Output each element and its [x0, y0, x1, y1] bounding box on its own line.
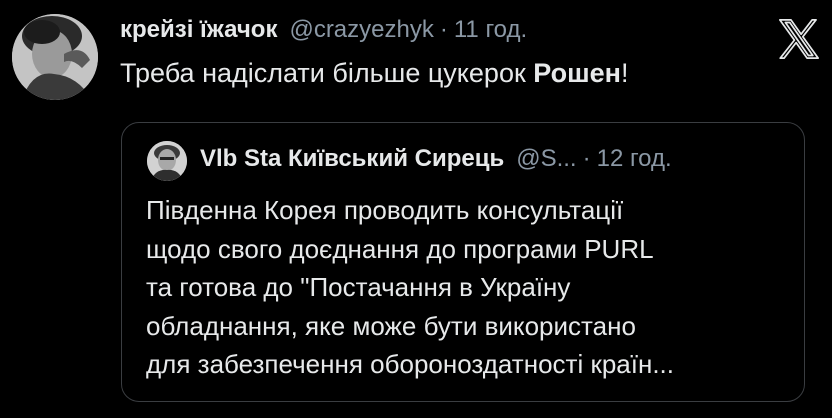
avatar-icon — [12, 14, 98, 100]
quoted-text-line: та готова до "Постачання в Україну — [146, 272, 571, 302]
tweet-timestamp[interactable]: 11 год. — [454, 16, 527, 44]
tweet-text-brand: Рошен — [533, 58, 621, 88]
quoted-text-line: Південна Корея проводить консультації — [146, 195, 624, 225]
quoted-tweet-header: Vlb Sta Київський Сирець @S... · 12 год. — [200, 145, 672, 173]
tweet-text-prefix: Треба надіслати більше цукерок — [120, 58, 534, 88]
tweet-text: Треба надіслати більше цукерок Рошен! — [120, 58, 628, 89]
author-display-name[interactable]: крейзі їжачок — [120, 16, 277, 44]
tweet-header: крейзі їжачок @crazyezhyk · 11 год. — [120, 16, 527, 52]
quoted-tweet-text: Південна Корея проводить консультації що… — [146, 191, 794, 384]
tweet-text-suffix: ! — [620, 58, 629, 88]
quoted-author-display-name[interactable]: Vlb Sta Київський Сирець — [200, 145, 504, 173]
quoted-author-handle[interactable]: @S... — [516, 145, 576, 173]
tweet-card[interactable]: крейзі їжачок @crazyezhyk · 11 год. Треб… — [0, 0, 832, 418]
quoted-meta-separator: · — [582, 145, 591, 172]
author-handle[interactable]: @crazyezhyk — [289, 16, 433, 44]
x-logo-icon — [778, 18, 820, 60]
quoted-text-line: щодо свого доєднання до програми PURL — [146, 233, 654, 264]
quoted-avatar[interactable] — [147, 141, 187, 181]
meta-separator: · — [439, 16, 448, 43]
quoted-tweet[interactable]: Vlb Sta Київський Сирець @S... · 12 год.… — [121, 122, 805, 402]
quoted-avatar-icon — [147, 141, 187, 181]
quoted-text-line: для забезпечення обороноздатності країн.… — [146, 349, 674, 379]
avatar[interactable] — [12, 14, 98, 100]
quoted-tweet-timestamp[interactable]: 12 год. — [597, 145, 672, 173]
quoted-text-line: обладнання, яке може бути використано — [146, 310, 636, 341]
